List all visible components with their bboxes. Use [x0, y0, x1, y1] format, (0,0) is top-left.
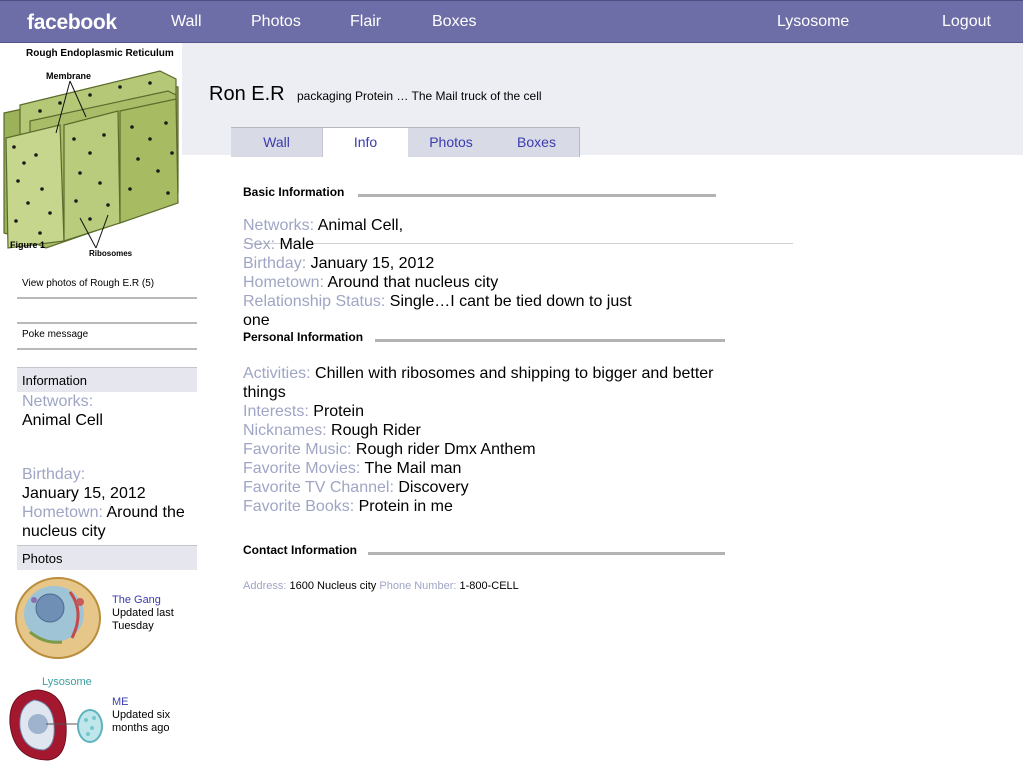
phone-value: 1-800-CELL [459, 580, 519, 592]
left-networks-label: Networks [22, 393, 89, 410]
activities-value-cont: things [243, 384, 286, 401]
album-updated-the-gang: Updated last Tuesday [112, 607, 174, 632]
album-title-the-gang[interactable]: The Gang [112, 594, 161, 606]
interests-value: Protein [313, 403, 364, 420]
tab-info[interactable]: Info [323, 128, 408, 157]
lysosome-illustration: Lysosome [8, 672, 106, 764]
contact-details: Address: 1600 Nucleus city Phone Number:… [243, 577, 519, 596]
nav-logout[interactable]: Logout [942, 13, 991, 31]
nicknames-label: Nicknames: [243, 422, 327, 439]
nav-flair[interactable]: Flair [350, 13, 381, 31]
address-label: Address: [243, 580, 287, 592]
profile-tabs: Wall Info Photos Boxes [231, 127, 580, 157]
rough-er-illustration: Rough Endoplasmic Reticulum Membrane Fig… [0, 43, 182, 260]
image-label-membrane: Membrane [46, 71, 91, 81]
left-hometown-label: Hometown: [22, 504, 103, 521]
section-divider [368, 552, 725, 555]
profile-page: facebook Wall Photos Flair Boxes Lysosom… [0, 0, 1023, 767]
tv-value: Discovery [398, 479, 469, 496]
divider [17, 348, 197, 350]
personal-music: Favorite Music: Rough rider Dmx Anthem [243, 440, 536, 459]
album-title-me[interactable]: ME [112, 696, 129, 708]
hometown-label: Hometown: [243, 274, 324, 291]
basic-networks: Networks: Animal Cell, [243, 216, 403, 235]
basic-information-header: Basic Information [243, 185, 345, 199]
view-photos-link[interactable]: View photos of Rough E.R (5) [22, 278, 154, 289]
basic-hometown: Hometown: Around that nucleus city [243, 273, 498, 292]
sex-value: Male [279, 236, 315, 253]
profile-picture[interactable]: Rough Endoplasmic Reticulum Membrane Fig… [0, 43, 182, 260]
image-title: Rough Endoplasmic Reticulum [26, 48, 174, 59]
album-updated-me: Updated six months ago [112, 709, 171, 734]
tv-label: Favorite TV Channel: [243, 479, 394, 496]
books-value: Protein in me [358, 498, 453, 515]
personal-activities: Activities: Chillen with ribosomes and s… [243, 364, 714, 402]
album-thumbnail-the-gang[interactable] [10, 572, 102, 662]
image-label-ribosomes: Ribosomes [89, 249, 133, 258]
nav-user-profile[interactable]: Lysosome [777, 13, 849, 31]
left-birthday: Birthday: January 15, 2012 Hometown: Aro… [22, 465, 197, 541]
cell-illustration [10, 572, 102, 662]
movies-value: The Mail man [364, 460, 462, 477]
tab-wall[interactable]: Wall [231, 128, 323, 157]
relationship-value-cont: one [243, 312, 270, 329]
nav-boxes[interactable]: Boxes [432, 13, 476, 31]
books-label: Favorite Books: [243, 498, 355, 515]
left-birthday-value: January 15, 2012 [22, 485, 146, 502]
activities-value: Chillen with ribosomes and shipping to b… [315, 365, 714, 382]
contact-information-header: Contact Information [243, 543, 357, 557]
music-label: Favorite Music: [243, 441, 352, 458]
personal-books: Favorite Books: Protein in me [243, 497, 453, 516]
address-value: 1600 Nucleus city [289, 580, 377, 592]
left-networks: Networks: Animal Cell [22, 393, 103, 429]
nav-photos[interactable]: Photos [251, 13, 301, 31]
section-divider [358, 194, 716, 197]
tab-photos[interactable]: Photos [408, 128, 494, 157]
phone-label: Phone Number: [379, 580, 457, 592]
relationship-label: Relationship Status: [243, 293, 386, 310]
activities-label: Activities: [243, 365, 311, 382]
relationship-value: Single…I cant be tied down to just [389, 293, 632, 310]
basic-sex: Sex: Male [243, 235, 314, 254]
personal-information-header: Personal Information [243, 330, 364, 344]
image-label-figure: Figure 1 [10, 240, 45, 250]
birthday-value: January 15, 2012 [310, 255, 435, 272]
hometown-value: Around that nucleus city [327, 274, 499, 291]
personal-interests: Interests: Protein [243, 402, 364, 421]
personal-movies: Favorite Movies: The Mail man [243, 459, 461, 478]
divider [17, 322, 197, 324]
left-birthday-label: Birthday: [22, 466, 86, 483]
left-networks-value: Animal Cell [22, 412, 103, 429]
top-navigation-bar: facebook Wall Photos Flair Boxes Lysosom… [0, 0, 1023, 43]
divider [17, 297, 197, 299]
profile-name: Ron E.R [209, 83, 285, 105]
personal-tv: Favorite TV Channel: Discovery [243, 478, 469, 497]
networks-value: Animal Cell, [317, 217, 404, 234]
sex-label: Sex: [243, 236, 276, 253]
divider [243, 243, 793, 244]
image-label-lysosome: Lysosome [42, 676, 92, 688]
section-divider [375, 339, 725, 342]
facebook-logo[interactable]: facebook [27, 11, 117, 35]
album-thumbnail-me[interactable]: Lysosome [8, 672, 106, 764]
nicknames-value: Rough Rider [331, 422, 421, 439]
nav-wall[interactable]: Wall [171, 13, 202, 31]
basic-relationship: Relationship Status: Single…I cant be ti… [243, 292, 632, 330]
movies-label: Favorite Movies: [243, 460, 361, 477]
basic-birthday: Birthday: January 15, 2012 [243, 254, 434, 273]
networks-label: Networks: [243, 217, 315, 234]
poke-message-link[interactable]: Poke message [22, 329, 88, 340]
photos-header: Photos [17, 545, 197, 570]
personal-nicknames: Nicknames: Rough Rider [243, 421, 421, 440]
birthday-label: Birthday: [243, 255, 307, 272]
interests-label: Interests: [243, 403, 309, 420]
profile-status: packaging Protein … The Mail truck of th… [297, 89, 542, 103]
information-header: Information [17, 367, 197, 392]
music-value: Rough rider Dmx Anthem [355, 441, 536, 458]
tab-boxes[interactable]: Boxes [494, 128, 579, 157]
